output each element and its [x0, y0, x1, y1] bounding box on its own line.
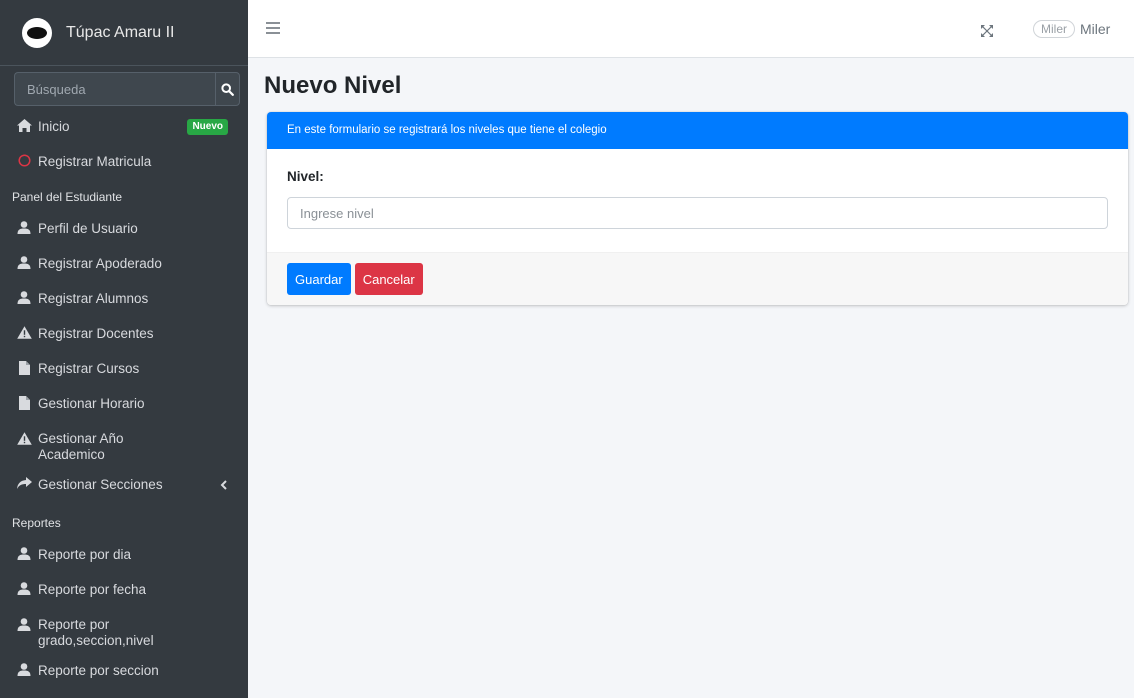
cancel-button[interactable]: Cancelar [354, 263, 423, 295]
sidebar-header-reportes: Reportes [12, 516, 61, 530]
sidebar-item-label: Inicio [38, 119, 70, 134]
card-footer: Guardar Cancelar [267, 252, 1128, 305]
form-card: En este formulario se registrará los niv… [267, 112, 1128, 305]
sidebar-item-registrar-docentes[interactable]: Registrar Docentes [0, 318, 248, 353]
sidebar-item-registrar-alumnos[interactable]: Registrar Alumnos [0, 283, 248, 318]
sidebar-item-gestionar-ano-academico[interactable]: Gestionar Año Academico [0, 423, 248, 469]
sidebar-item-perfil-usuario[interactable]: Perfil de Usuario [0, 213, 248, 248]
user-avatar[interactable]: Miler [1033, 20, 1075, 38]
sidebar-item-label: Reporte por seccion [38, 663, 159, 678]
user-icon [16, 221, 32, 234]
sidebar-item-reporte-seccion[interactable]: Reporte por seccion [0, 655, 248, 690]
file-icon [16, 396, 32, 410]
sidebar-item-label: Gestionar Año Academico [38, 431, 124, 462]
nivel-input[interactable] [287, 197, 1108, 229]
search-input[interactable] [14, 72, 215, 106]
sidebar-item-label: Reporte por grado,seccion,nivel [38, 617, 154, 648]
circle-icon [16, 154, 32, 167]
sidebar-item-label: Registrar Alumnos [38, 291, 149, 306]
search-icon [221, 82, 234, 96]
brand-link[interactable]: Túpac Amaru II [0, 0, 248, 66]
warning-icon [16, 326, 32, 339]
warning-icon [16, 432, 32, 445]
sidebar-item-label: Reporte por dia [38, 547, 132, 562]
search-button[interactable] [215, 72, 240, 106]
sidebar-item-inicio[interactable]: Inicio Nuevo [0, 111, 248, 146]
user-icon [16, 547, 32, 560]
user-icon [16, 291, 32, 304]
sidebar-item-reporte-dia[interactable]: Reporte por dia [0, 539, 248, 574]
user-icon [16, 582, 32, 595]
menu-toggle-icon[interactable] [266, 22, 280, 36]
chevron-left-icon [220, 469, 228, 502]
sidebar-item-label: Registrar Matricula [38, 154, 152, 169]
topbar: Miler Miler [248, 0, 1134, 58]
sidebar-item-reporte-grado[interactable]: Reporte por grado,seccion,nivel [0, 609, 248, 655]
brand-logo-icon [22, 17, 52, 48]
card-body: Nivel: [267, 149, 1128, 252]
sidebar-item-registrar-apoderado[interactable]: Registrar Apoderado [0, 248, 248, 283]
sidebar-item-label: Registrar Apoderado [38, 256, 162, 271]
save-button[interactable]: Guardar [287, 263, 351, 295]
sidebar-search [14, 72, 240, 106]
page-title: Nuevo Nivel [264, 72, 402, 99]
home-icon [16, 119, 32, 132]
user-name[interactable]: Miler [1080, 21, 1110, 37]
sidebar-item-gestionar-horario[interactable]: Gestionar Horario [0, 388, 248, 423]
sidebar-item-reporte-fecha[interactable]: Reporte por fecha [0, 574, 248, 609]
user-icon [16, 256, 32, 269]
sidebar-item-label: Registrar Docentes [38, 326, 154, 341]
sidebar: Túpac Amaru II Inicio Nuevo Registrar Ma… [0, 0, 248, 698]
sidebar-item-registrar-matricula[interactable]: Registrar Matricula [0, 146, 248, 181]
sidebar-item-gestionar-secciones[interactable]: Gestionar Secciones [0, 469, 248, 507]
share-icon [16, 477, 32, 489]
sidebar-item-label: Gestionar Horario [38, 396, 145, 411]
sidebar-header-panel-estudiante: Panel del Estudiante [12, 190, 123, 204]
file-icon [16, 361, 32, 375]
fullscreen-icon[interactable] [981, 24, 993, 42]
sidebar-item-label: Reporte por fecha [38, 582, 147, 597]
brand-name: Túpac Amaru II [66, 23, 175, 41]
user-icon [16, 663, 32, 676]
sidebar-item-label: Perfil de Usuario [38, 221, 138, 236]
sidebar-item-registrar-cursos[interactable]: Registrar Cursos [0, 353, 248, 388]
card-header: En este formulario se registrará los niv… [267, 112, 1128, 149]
nivel-label: Nivel: [287, 169, 324, 184]
user-icon [16, 618, 32, 631]
sidebar-item-label: Registrar Cursos [38, 361, 140, 376]
sidebar-item-label: Gestionar Secciones [38, 477, 163, 492]
sidebar-nav: Inicio Nuevo Registrar Matricula Panel d… [0, 111, 248, 690]
new-badge: Nuevo [187, 119, 228, 135]
